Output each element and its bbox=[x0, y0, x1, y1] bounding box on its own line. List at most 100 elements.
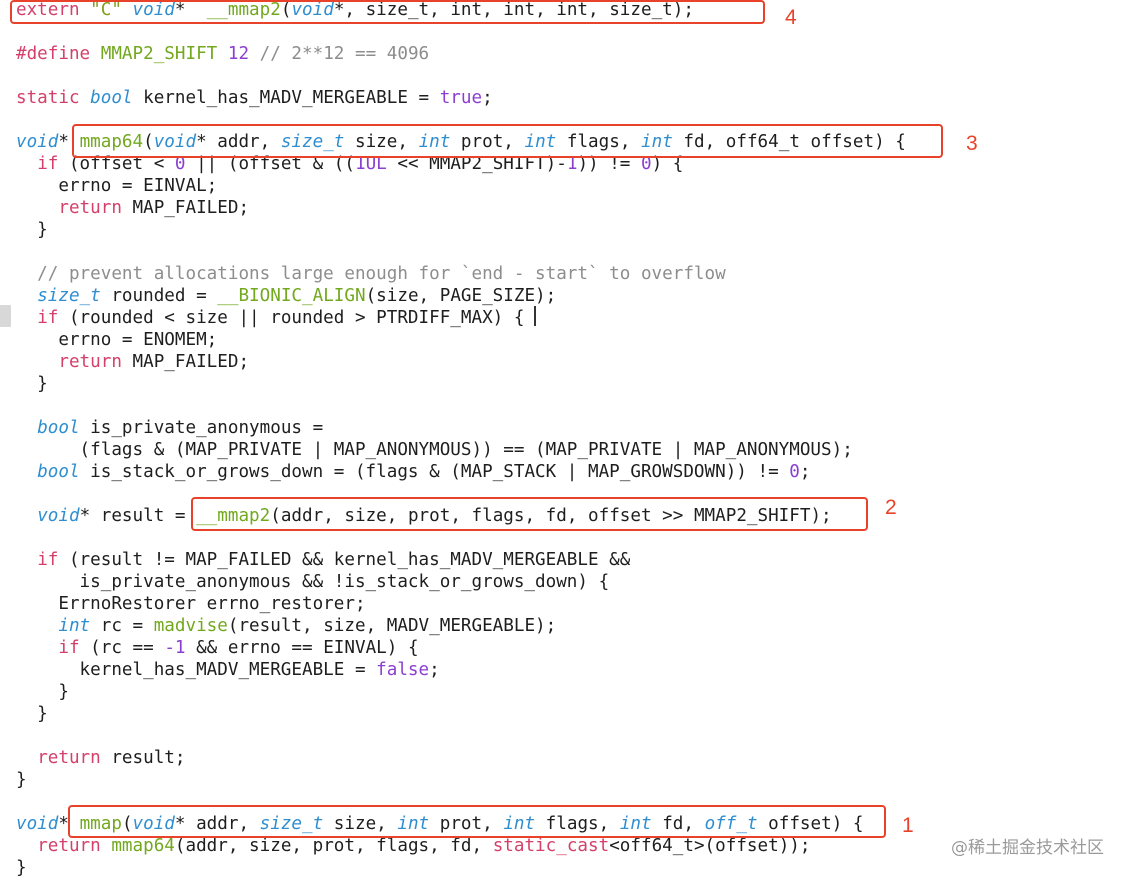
code-line[interactable]: ErrnoRestorer errno_restorer; bbox=[16, 593, 366, 615]
code-line[interactable]: errno = ENOMEM; bbox=[16, 329, 217, 351]
code-token: void bbox=[37, 506, 79, 526]
code-line[interactable]: } bbox=[16, 373, 48, 395]
code-token: (flags & (MAP_PRIVATE | MAP_ANONYMOUS)) … bbox=[16, 440, 853, 460]
code-token: madvise bbox=[154, 616, 228, 636]
code-token: void bbox=[16, 814, 58, 834]
code-token bbox=[16, 616, 58, 636]
code-token: (addr, size, prot, flags, fd, bbox=[175, 836, 493, 856]
code-token: kernel_has_MADV_MERGEABLE = bbox=[16, 660, 376, 680]
code-token: return bbox=[58, 198, 122, 218]
code-token bbox=[16, 418, 37, 438]
annotation-number-4: 4 bbox=[785, 6, 797, 30]
code-token: if bbox=[37, 154, 58, 174]
code-token: kernel_has_MADV_MERGEABLE = bbox=[133, 88, 440, 108]
code-token: false bbox=[376, 660, 429, 680]
code-token: (result, size, MADV_MERGEABLE); bbox=[228, 616, 556, 636]
code-line[interactable]: size_t rounded = __BIONIC_ALIGN(size, PA… bbox=[16, 285, 556, 307]
code-token bbox=[16, 308, 37, 328]
code-token: bool bbox=[37, 462, 79, 482]
code-token bbox=[16, 154, 37, 174]
code-token: && errno == EINVAL) { bbox=[186, 638, 419, 658]
code-token bbox=[101, 836, 112, 856]
code-line[interactable]: int rc = madvise(result, size, MADV_MERG… bbox=[16, 615, 556, 637]
code-token: } bbox=[16, 682, 69, 702]
annotation-number-2: 2 bbox=[885, 496, 897, 520]
code-token: MAP_FAILED; bbox=[122, 198, 249, 218]
annotation-number-1: 1 bbox=[902, 814, 914, 838]
code-token bbox=[217, 44, 228, 64]
code-token: errno = ENOMEM; bbox=[16, 330, 217, 350]
code-token: (size, PAGE_SIZE); bbox=[366, 286, 557, 306]
code-line[interactable]: return MAP_FAILED; bbox=[16, 197, 249, 219]
code-token: rounded = bbox=[101, 286, 218, 306]
code-line[interactable]: return mmap64(addr, size, prot, flags, f… bbox=[16, 835, 810, 857]
code-token: return bbox=[58, 352, 122, 372]
code-token: rc = bbox=[90, 616, 154, 636]
code-line[interactable]: } bbox=[16, 857, 27, 879]
code-token: if bbox=[37, 308, 58, 328]
code-line[interactable]: if (rounded < size || rounded > PTRDIFF_… bbox=[16, 307, 524, 329]
code-line[interactable]: errno = EINVAL; bbox=[16, 175, 217, 197]
code-token bbox=[16, 550, 37, 570]
code-token: 0 bbox=[789, 462, 800, 482]
code-token: void bbox=[16, 132, 58, 152]
code-token: is_private_anonymous && !is_stack_or_gro… bbox=[16, 572, 609, 592]
code-token: ; bbox=[800, 462, 811, 482]
gutter-line-marker bbox=[0, 305, 11, 327]
code-token: __BIONIC_ALIGN bbox=[217, 286, 365, 306]
code-token: is_private_anonymous = bbox=[80, 418, 324, 438]
code-line[interactable]: // prevent allocations large enough for … bbox=[16, 263, 726, 285]
code-token bbox=[16, 506, 37, 526]
code-token: result; bbox=[101, 748, 186, 768]
code-token: } bbox=[16, 770, 27, 790]
code-line[interactable]: } bbox=[16, 769, 27, 791]
code-token: (result != MAP_FAILED && kernel_has_MADV… bbox=[58, 550, 630, 570]
code-line[interactable]: } bbox=[16, 681, 69, 703]
code-token: * result = bbox=[80, 506, 197, 526]
code-token bbox=[16, 638, 58, 658]
code-token bbox=[16, 748, 37, 768]
code-line[interactable]: kernel_has_MADV_MERGEABLE = false; bbox=[16, 659, 440, 681]
code-line[interactable]: bool is_stack_or_grows_down = (flags & (… bbox=[16, 461, 810, 483]
annotation-box-3 bbox=[72, 124, 943, 158]
code-token: is_stack_or_grows_down = (flags & (MAP_S… bbox=[80, 462, 790, 482]
code-token: if bbox=[37, 550, 58, 570]
code-token: -1 bbox=[164, 638, 185, 658]
code-token: // 2**12 == 4096 bbox=[249, 44, 429, 64]
code-line[interactable]: static bool kernel_has_MADV_MERGEABLE = … bbox=[16, 87, 493, 109]
code-token: size_t bbox=[37, 286, 101, 306]
code-token: static_cast bbox=[493, 836, 610, 856]
code-line[interactable]: (flags & (MAP_PRIVATE | MAP_ANONYMOUS)) … bbox=[16, 439, 853, 461]
code-line[interactable]: return MAP_FAILED; bbox=[16, 351, 249, 373]
code-token bbox=[16, 462, 37, 482]
code-line[interactable]: return result; bbox=[16, 747, 186, 769]
code-line[interactable]: is_private_anonymous && !is_stack_or_gro… bbox=[16, 571, 609, 593]
code-line[interactable]: #define MMAP2_SHIFT 12 // 2**12 == 4096 bbox=[16, 43, 429, 65]
code-line[interactable]: } bbox=[16, 703, 48, 725]
annotation-box-2 bbox=[191, 497, 868, 531]
code-token: ; bbox=[429, 660, 440, 680]
code-token bbox=[16, 286, 37, 306]
code-token: } bbox=[16, 704, 48, 724]
code-line[interactable]: if (rc == -1 && errno == EINVAL) { bbox=[16, 637, 419, 659]
code-token bbox=[16, 198, 58, 218]
code-token: bool bbox=[37, 418, 79, 438]
code-token: return bbox=[37, 748, 101, 768]
code-token: true bbox=[440, 88, 482, 108]
code-token: (rounded < size || rounded > PTRDIFF_MAX… bbox=[58, 308, 524, 328]
code-token: errno = EINVAL; bbox=[16, 176, 217, 196]
code-line[interactable]: bool is_private_anonymous = bbox=[16, 417, 323, 439]
code-token: ; bbox=[482, 88, 493, 108]
code-token: } bbox=[16, 858, 27, 878]
code-token: int bbox=[58, 616, 90, 636]
code-token bbox=[16, 352, 58, 372]
annotation-box-4 bbox=[10, 0, 765, 24]
code-line[interactable]: } bbox=[16, 219, 48, 241]
code-line[interactable]: if (result != MAP_FAILED && kernel_has_M… bbox=[16, 549, 630, 571]
code-token: #define bbox=[16, 44, 101, 64]
code-token: return bbox=[37, 836, 101, 856]
code-token: ErrnoRestorer errno_restorer; bbox=[16, 594, 366, 614]
annotation-number-3: 3 bbox=[966, 132, 978, 156]
code-token: static bbox=[16, 88, 90, 108]
code-token: MMAP2_SHIFT bbox=[101, 44, 218, 64]
